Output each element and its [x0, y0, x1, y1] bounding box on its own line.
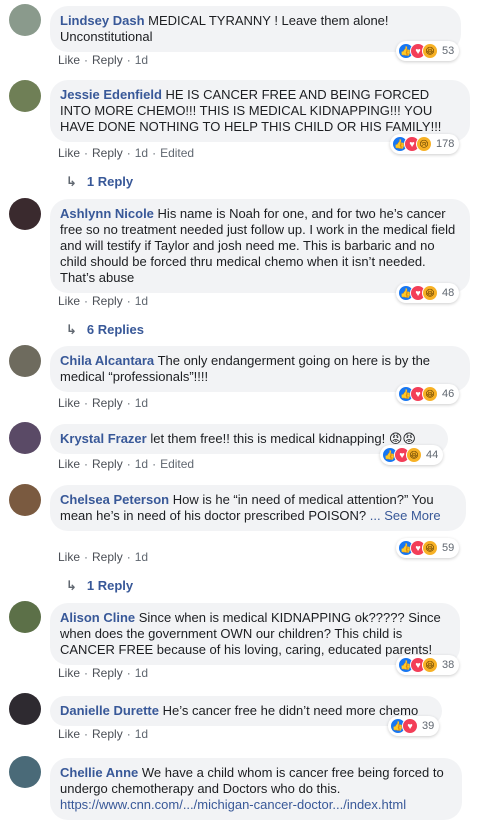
angry-icon: 😡😡: [388, 431, 416, 446]
reply-arrow-icon: ↳: [66, 174, 77, 189]
reaction-summary[interactable]: 👍 ♥ 😆 46: [396, 384, 460, 404]
reply-arrow-icon: ↳: [66, 578, 77, 593]
reaction-count: 53: [442, 45, 455, 57]
haha-icon: 😆: [422, 386, 438, 402]
reaction-summary[interactable]: 👍 ♥ 😆 44: [380, 445, 444, 465]
like-button[interactable]: Like: [58, 146, 80, 160]
comment-author[interactable]: Chelsea Peterson: [60, 492, 169, 507]
comment-bubble: Chellie Anne We have a child whom is can…: [50, 758, 462, 820]
like-button[interactable]: Like: [58, 550, 80, 564]
comment-author[interactable]: Krystal Frazer: [60, 431, 147, 446]
reaction-summary[interactable]: 👍 ♥ 😆 53: [396, 41, 460, 61]
avatar[interactable]: [9, 484, 41, 516]
reaction-summary[interactable]: 👍 ♥ 😆 38: [396, 655, 460, 675]
reaction-count: 59: [442, 542, 455, 554]
reply-button[interactable]: Reply: [92, 396, 123, 410]
comment-author[interactable]: Lindsey Dash: [60, 13, 145, 28]
timestamp[interactable]: 1d: [135, 457, 148, 471]
avatar[interactable]: [9, 601, 41, 633]
replies-count[interactable]: 1 Reply: [87, 578, 133, 593]
reply-arrow-icon: ↳: [66, 322, 77, 337]
reply-button[interactable]: Reply: [92, 727, 123, 741]
reply-button[interactable]: Reply: [92, 550, 123, 564]
avatar[interactable]: [9, 345, 41, 377]
article-link[interactable]: https://www.cnn.com/.../michigan-cancer-…: [60, 797, 406, 812]
comment-actions: Like · Reply · 1d: [58, 53, 149, 67]
timestamp[interactable]: 1d: [135, 727, 148, 741]
comment-author[interactable]: Ashlynn Nicole: [60, 206, 154, 221]
haha-icon: 😆: [406, 447, 422, 463]
reply-button[interactable]: Reply: [92, 457, 123, 471]
comment-actions: Like · Reply · 1d: [58, 727, 149, 741]
replies-count[interactable]: 6 Replies: [87, 322, 144, 337]
comment-author[interactable]: Chellie Anne: [60, 765, 138, 780]
reply-button[interactable]: Reply: [92, 146, 123, 160]
comment-author[interactable]: Alison Cline: [60, 610, 135, 625]
like-button[interactable]: Like: [58, 396, 80, 410]
see-more-link[interactable]: ... See More: [370, 508, 441, 523]
timestamp[interactable]: 1d: [135, 294, 148, 308]
reaction-count: 178: [436, 138, 455, 150]
comment-text: He’s cancer free he didn’t need more che…: [162, 703, 419, 718]
like-button[interactable]: Like: [58, 727, 80, 741]
comment-bubble: Ashlynn Nicole His name is Noah for one,…: [50, 199, 470, 293]
reaction-count: 48: [442, 287, 455, 299]
like-button[interactable]: Like: [58, 457, 80, 471]
reaction-summary[interactable]: 👍 ♥ 😆 48: [396, 283, 460, 303]
replies-count[interactable]: 1 Reply: [87, 174, 133, 189]
reply-button[interactable]: Reply: [92, 53, 123, 67]
like-button[interactable]: Like: [58, 53, 80, 67]
sad-icon: 😢: [416, 136, 432, 152]
timestamp[interactable]: 1d: [135, 666, 148, 680]
reaction-count: 38: [442, 659, 455, 671]
comment-actions: Like · Reply · 1d: [58, 550, 149, 564]
reply-button[interactable]: Reply: [92, 294, 123, 308]
comment-bubble: Chelsea Peterson How is he “in need of m…: [50, 485, 466, 531]
reply-button[interactable]: Reply: [92, 666, 123, 680]
timestamp[interactable]: 1d: [135, 550, 148, 564]
comment-bubble: Danielle Durette He’s cancer free he did…: [50, 696, 442, 726]
haha-icon: 😆: [422, 43, 438, 59]
view-replies-link[interactable]: ↳ 1 Reply: [66, 578, 133, 594]
comment-bubble: Jessie Edenfield HE IS CANCER FREE AND B…: [50, 80, 470, 142]
reaction-summary[interactable]: 👍 ♥ 😆 59: [396, 538, 460, 558]
avatar[interactable]: [9, 80, 41, 112]
avatar[interactable]: [9, 422, 41, 454]
timestamp[interactable]: 1d: [135, 146, 148, 160]
reaction-summary[interactable]: 👍 ♥ 39: [388, 716, 440, 736]
love-icon: ♥: [402, 718, 418, 734]
timestamp[interactable]: 1d: [135, 53, 148, 67]
avatar[interactable]: [9, 693, 41, 725]
edited-label[interactable]: Edited: [160, 146, 194, 160]
haha-icon: 😆: [422, 285, 438, 301]
view-replies-link[interactable]: ↳ 6 Replies: [66, 322, 144, 338]
haha-icon: 😆: [422, 657, 438, 673]
avatar[interactable]: [9, 4, 41, 36]
comment-actions: Like · Reply · 1d · Edited: [58, 146, 195, 160]
comment-actions: Like · Reply · 1d · Edited: [58, 457, 195, 471]
comment-author[interactable]: Jessie Edenfield: [60, 87, 162, 102]
comment-actions: Like · Reply · 1d: [58, 294, 149, 308]
reaction-count: 39: [422, 720, 435, 732]
comment-author[interactable]: Danielle Durette: [60, 703, 159, 718]
reaction-summary[interactable]: 👍 ♥ 😢 178: [390, 134, 460, 154]
comment-actions: Like · Reply · 1d: [58, 396, 149, 410]
view-replies-link[interactable]: ↳ 1 Reply: [66, 174, 133, 190]
like-button[interactable]: Like: [58, 294, 80, 308]
avatar[interactable]: [9, 756, 41, 788]
timestamp[interactable]: 1d: [135, 396, 148, 410]
comment-author[interactable]: Chila Alcantara: [60, 353, 154, 368]
like-button[interactable]: Like: [58, 666, 80, 680]
reaction-count: 44: [426, 449, 439, 461]
edited-label[interactable]: Edited: [160, 457, 194, 471]
comment-bubble: Alison Cline Since when is medical KIDNA…: [50, 603, 460, 665]
haha-icon: 😆: [422, 540, 438, 556]
reaction-count: 46: [442, 388, 455, 400]
avatar[interactable]: [9, 198, 41, 230]
comment-actions: Like · Reply · 1d: [58, 666, 149, 680]
comment-text: let them free!! this is medical kidnappi…: [150, 431, 386, 446]
